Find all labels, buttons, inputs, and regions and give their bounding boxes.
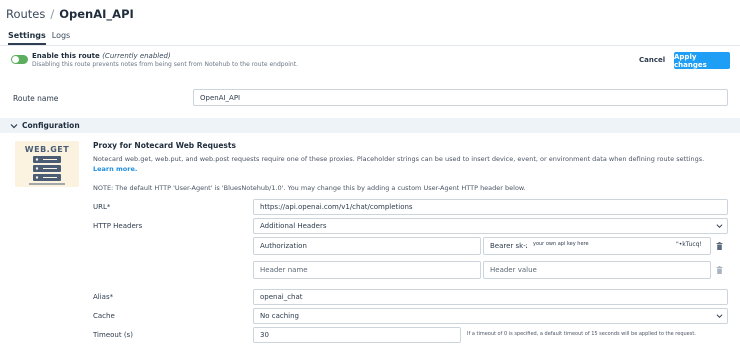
proxy-description-text: Notecard web.get, web.put, and web.post … (93, 155, 705, 163)
enable-route-title: Enable this route (Currently enabled) (32, 52, 171, 60)
api-key-overlay: your own api key here (527, 241, 645, 251)
web-get-label: WEB.GET (24, 145, 70, 154)
proxy-description: Notecard web.get, web.put, and web.post … (93, 154, 718, 174)
page-title: OpenAI_API (59, 7, 134, 21)
http-headers-selected: Additional Headers (260, 222, 327, 230)
tabs-divider (0, 45, 740, 46)
cache-select[interactable]: No caching (253, 308, 728, 324)
url-label: URL* (93, 203, 111, 211)
route-name-input[interactable]: OpenAI_API (193, 89, 728, 106)
breadcrumb-routes-link[interactable]: Routes (6, 7, 45, 21)
trash-icon[interactable] (716, 242, 723, 250)
header-value-prefix: Bearer sk-z (490, 242, 530, 250)
toggle-knob (12, 56, 19, 63)
configuration-section-header[interactable] (0, 118, 740, 133)
chevron-down-icon (716, 224, 723, 229)
cache-label: Cache (93, 312, 115, 320)
tab-settings[interactable]: Settings (8, 31, 46, 45)
breadcrumb: Routes / OpenAI_API (6, 7, 134, 21)
http-headers-select[interactable]: Additional Headers (253, 218, 728, 234)
new-header-name-input[interactable]: Header name (253, 261, 481, 279)
proxy-title: Proxy for Notecard Web Requests (93, 141, 236, 150)
tab-bar: Settings Logs (8, 31, 70, 45)
enable-route-toggle[interactable] (11, 55, 28, 64)
enable-route-description: Disabling this route prevents notes from… (32, 61, 298, 68)
chevron-down-icon (10, 124, 18, 129)
http-headers-label: HTTP Headers (93, 222, 143, 230)
enable-route-status: (Currently enabled) (102, 52, 171, 60)
configuration-title: Configuration (22, 121, 80, 130)
alias-input[interactable]: openai_chat (253, 289, 728, 305)
header-value-suffix: "•kTucq! (676, 241, 702, 248)
breadcrumb-separator: / (50, 7, 55, 21)
timeout-hint: If a timeout of 0 is specified, a defaul… (467, 331, 696, 337)
chevron-down-icon (716, 314, 723, 319)
user-agent-note: NOTE: The default HTTP 'User-Agent' is '… (93, 184, 526, 192)
timeout-label: Timeout (s) (93, 331, 133, 339)
url-input[interactable]: https://api.openai.com/v1/chat/completio… (253, 199, 728, 215)
alias-label: Alias* (93, 293, 114, 301)
server-icon (29, 156, 65, 185)
new-header-value-input[interactable]: Header value (483, 261, 711, 279)
cancel-button[interactable]: Cancel (639, 56, 665, 64)
tab-logs[interactable]: Logs (52, 31, 70, 45)
header-name-input[interactable]: Authorization (253, 237, 481, 255)
route-name-label: Route name (13, 94, 59, 103)
timeout-input[interactable]: 30 (253, 327, 461, 343)
cache-selected: No caching (260, 312, 299, 320)
apply-changes-button[interactable]: Apply changes (674, 52, 730, 69)
enable-route-label: Enable this route (32, 52, 100, 60)
trash-icon[interactable] (716, 266, 723, 274)
learn-more-link[interactable]: Learn more. (93, 165, 137, 173)
